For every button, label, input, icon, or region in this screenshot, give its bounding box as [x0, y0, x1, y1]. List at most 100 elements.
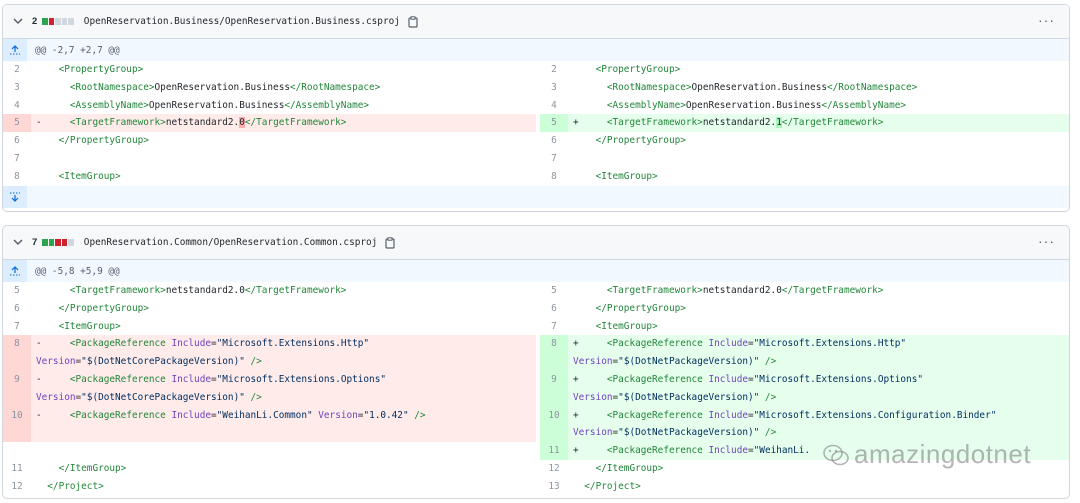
code-token: -	[36, 338, 70, 350]
line-number[interactable]: 13	[540, 478, 568, 496]
line-gutter	[540, 353, 568, 371]
line-number[interactable]: 5	[540, 114, 568, 132]
expand-row	[3, 185, 1069, 208]
chevron-down-icon[interactable]	[12, 239, 24, 246]
code-token: +	[573, 445, 607, 457]
line-number[interactable]: 3	[540, 79, 568, 97]
code-token: <RootNamespace>	[573, 81, 692, 93]
code-token: <TargetFramework>	[606, 117, 703, 129]
line-number[interactable]: 10	[3, 407, 31, 425]
code-text: <AssemblyName>OpenReservation.Business</…	[36, 97, 369, 115]
deleted-line: Version="$(DotNetCorePackageVersion)" />	[3, 353, 536, 371]
code-token: </TargetFramework>	[781, 285, 884, 296]
code-text: Version="$(DotNetPackageVersion)" />	[573, 424, 776, 442]
line-number[interactable]: 7	[540, 318, 568, 336]
line-number[interactable]: 6	[540, 132, 568, 150]
expand-down-icon[interactable]	[3, 185, 27, 208]
line-number[interactable]: 7	[3, 150, 31, 168]
code-token: <PropertyGroup>	[36, 64, 144, 75]
deleted-line: 9 - <PackageReference Include="Microsoft.…	[3, 370, 536, 389]
line-number[interactable]: 6	[540, 300, 568, 318]
change-count: 7	[32, 237, 38, 248]
context-line: 5 <TargetFramework>netstandard2.0</Targe…	[3, 282, 536, 300]
code-text: <RootNamespace>OpenReservation.Business<…	[573, 79, 917, 97]
line-number[interactable]: 8	[540, 168, 568, 186]
context-line: 7	[540, 150, 1069, 168]
code-text: </PropertyGroup>	[573, 132, 686, 150]
code-text: - <PackageReference Include="Microsoft.E…	[36, 335, 369, 353]
code-token: Version	[573, 356, 613, 368]
deleted-line: 8 - <PackageReference Include="Microsoft.…	[3, 335, 536, 354]
code-token: </AssemblyName>	[284, 99, 370, 111]
context-line: 12 </Project>	[3, 478, 536, 496]
watermark-text: amazingdotnet	[854, 439, 1032, 469]
code-token: netstandard2.0	[702, 285, 782, 296]
code-token: <AssemblyName>	[36, 99, 149, 111]
code-text: <ItemGroup>	[36, 318, 121, 336]
code-token: "$(DotNetPackageVersion)"	[618, 356, 760, 368]
line-number[interactable]: 12	[3, 478, 31, 496]
line-number[interactable]: 5	[540, 282, 568, 300]
diffstat-block	[68, 18, 74, 25]
line-number[interactable]: 4	[3, 97, 31, 115]
code-token: -	[36, 117, 70, 129]
line-number[interactable]: 7	[3, 318, 31, 336]
right-pane: 2 <PropertyGroup> 3 <RootNamespace>OpenRe…	[540, 61, 1069, 186]
line-number[interactable]: 2	[3, 61, 31, 79]
line-number[interactable]: 4	[540, 97, 568, 115]
line-number[interactable]: 9	[3, 371, 31, 389]
diffstat-block	[55, 18, 61, 25]
line-number[interactable]: 8	[3, 168, 31, 186]
line-number[interactable]: 3	[3, 79, 31, 97]
kebab-menu-icon[interactable]: ···	[1038, 13, 1055, 27]
line-number[interactable]: 10	[540, 407, 568, 425]
code-token: Include	[171, 409, 211, 421]
change-count: 2	[32, 16, 38, 27]
line-number[interactable]: 2	[540, 61, 568, 79]
code-token: </PropertyGroup>	[36, 302, 149, 314]
code-text: <TargetFramework>netstandard2.0</TargetF…	[36, 282, 347, 300]
code-text: - <TargetFramework>netstandard2.0</Targe…	[36, 114, 346, 132]
code-text: Version="$(DotNetPackageVersion)" />	[573, 353, 776, 371]
code-token: "$(DotNetCorePackageVersion)"	[81, 356, 245, 368]
code-token: netstandard2.	[702, 117, 777, 129]
line-number[interactable]: 9	[540, 371, 568, 389]
diffstat-block	[42, 18, 48, 25]
code-token: +	[573, 409, 607, 421]
code-text: </PropertyGroup>	[36, 132, 149, 150]
code-token: Version	[36, 391, 76, 403]
line-number[interactable]: 5	[3, 282, 31, 300]
file-path[interactable]: OpenReservation.Business/OpenReservation…	[84, 16, 400, 27]
context-line: 8 <ItemGroup>	[540, 168, 1069, 186]
line-number[interactable]: 8	[3, 335, 31, 353]
code-text: </Project>	[36, 478, 103, 496]
added-line: Version="$(DotNetPackageVersion)" />	[540, 353, 1069, 371]
kebab-menu-icon[interactable]: ···	[1038, 234, 1055, 248]
code-token: <RootNamespace>	[36, 81, 155, 93]
copy-icon[interactable]	[408, 15, 418, 28]
code-token: />	[244, 356, 262, 368]
context-line: 4 <AssemblyName>OpenReservation.Business…	[540, 97, 1069, 115]
expand-up-icon[interactable]	[3, 39, 27, 61]
line-number[interactable]: 6	[3, 300, 31, 318]
line-number[interactable]: 11	[540, 442, 568, 460]
left-pane: 2 <PropertyGroup> 3 <RootNamespace>OpenRe…	[3, 61, 536, 186]
code-token: netstandard2.0	[165, 285, 245, 296]
line-number[interactable]: 11	[3, 460, 31, 478]
chevron-down-icon[interactable]	[12, 18, 24, 25]
copy-icon[interactable]	[385, 236, 395, 249]
line-number[interactable]: 7	[540, 150, 568, 168]
code-token: </Project>	[573, 480, 641, 492]
code-token: <PackageReference	[69, 338, 172, 350]
file-path[interactable]: OpenReservation.Common/OpenReservation.C…	[84, 237, 378, 248]
code-token: />	[244, 391, 262, 403]
code-token: Include	[708, 409, 748, 421]
code-token: </TargetFramework>	[781, 117, 884, 129]
line-number[interactable]: 6	[3, 132, 31, 150]
deleted-line	[3, 424, 536, 443]
expand-up-icon[interactable]	[3, 260, 27, 282]
diffstat-block	[48, 18, 55, 25]
line-number[interactable]: 12	[540, 460, 568, 478]
line-number[interactable]: 5	[3, 114, 31, 132]
line-number[interactable]: 8	[540, 335, 568, 353]
